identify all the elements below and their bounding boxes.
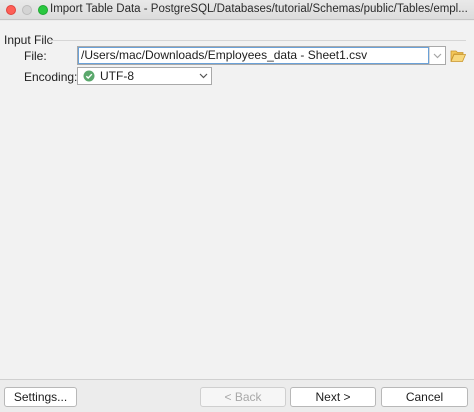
- window-titlebar: Import Table Data - PostgreSQL/Databases…: [0, 0, 474, 20]
- input-file-group-label: Input File: [4, 33, 54, 47]
- window-title: Import Table Data - PostgreSQL/Databases…: [50, 3, 468, 15]
- encoding-dropdown[interactable]: [195, 73, 211, 79]
- file-path-input[interactable]: /Users/mac/Downloads/Employees_data - Sh…: [78, 47, 429, 64]
- dialog-content: Input File File: /Users/mac/Downloads/Em…: [0, 21, 474, 379]
- file-path-combo[interactable]: /Users/mac/Downloads/Employees_data - Sh…: [77, 46, 446, 65]
- browse-file-button[interactable]: [450, 49, 467, 63]
- check-circle-icon: [83, 70, 95, 82]
- zoom-window-button[interactable]: [38, 4, 48, 15]
- next-button[interactable]: Next >: [290, 387, 376, 407]
- close-window-button[interactable]: [6, 4, 16, 15]
- window-controls: [0, 4, 48, 15]
- encoding-select[interactable]: UTF-8: [77, 67, 212, 85]
- dialog-button-bar: Settings... < Back Next > Cancel: [0, 379, 474, 412]
- minimize-window-button[interactable]: [22, 4, 32, 15]
- back-button[interactable]: < Back: [200, 387, 286, 407]
- settings-button[interactable]: Settings...: [4, 387, 77, 407]
- encoding-label: Encoding:: [24, 70, 78, 84]
- chevron-down-icon: [199, 73, 207, 79]
- group-divider: [48, 40, 466, 41]
- cancel-button[interactable]: Cancel: [381, 387, 468, 407]
- file-label: File:: [24, 49, 47, 63]
- file-history-dropdown[interactable]: [429, 47, 445, 64]
- folder-open-icon: [450, 50, 467, 62]
- chevron-down-icon: [433, 53, 442, 58]
- encoding-value: UTF-8: [100, 69, 134, 83]
